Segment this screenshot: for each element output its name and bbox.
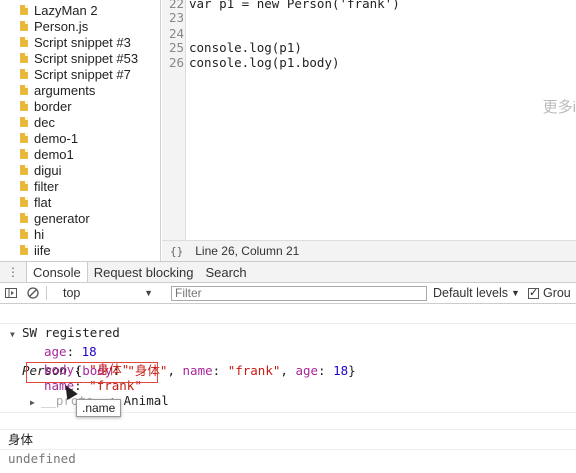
file-label: Person.js: [34, 18, 89, 34]
editor-status-bar: {} Line 26, Column 21: [162, 240, 576, 261]
line-number: 23: [168, 10, 184, 25]
file-label: border: [34, 98, 72, 114]
sidebar-file-item[interactable]: Script snippet #53: [20, 50, 138, 66]
sidebar-file-item[interactable]: border: [20, 98, 72, 114]
tooltip: .name: [76, 399, 122, 417]
code-text: console.log(p1.body): [189, 55, 340, 70]
sidebar-file-item[interactable]: Script snippet #3: [20, 34, 131, 50]
file-icon: [20, 181, 28, 191]
file-icon: [20, 5, 28, 15]
file-label: demo-1: [34, 130, 79, 146]
file-icon: [20, 101, 28, 111]
file-label: flat: [34, 194, 52, 210]
drawer-menu-icon[interactable]: ⋮: [0, 262, 26, 282]
log-levels-dropdown[interactable]: Default levels ▼: [433, 286, 520, 300]
context-select-value: top: [63, 286, 81, 300]
tab-search[interactable]: Search: [199, 262, 252, 282]
file-icon: [20, 149, 28, 159]
sidebar-file-item[interactable]: Person.js: [20, 18, 88, 34]
divider: [46, 286, 47, 300]
sidebar-file-item[interactable]: iife: [20, 242, 51, 258]
sidebar-file-item[interactable]: flat: [20, 194, 51, 210]
file-label: hi: [34, 226, 45, 242]
object-key-name: name: [182, 363, 213, 378]
sidebar-file-item[interactable]: dec: [20, 114, 55, 130]
log-line-object[interactable]: ▼ Person {body: "身体", name: "frank", age…: [0, 326, 576, 378]
file-icon: [20, 229, 28, 239]
sidebar-file-item[interactable]: LazyMan 2: [20, 2, 98, 18]
file-label: Script snippet #3: [34, 34, 131, 50]
log-line-sw: SW registered: [0, 306, 576, 340]
overlay-text: 更多i: [542, 99, 576, 116]
drawer-tab-bar: ⋮ Console Request blocking Search: [0, 261, 576, 283]
file-icon: [20, 213, 28, 223]
file-label: demo1: [34, 146, 74, 162]
file-icon: [20, 21, 28, 31]
file-icon: [20, 69, 28, 79]
file-label: Script snippet #7: [34, 66, 131, 82]
object-val-name: "frank": [227, 363, 281, 378]
file-icon: [20, 85, 28, 95]
snippets-sidebar: LazyMan 2 Person.js Script snippet #3 Scrip…: [0, 0, 161, 261]
file-label: digui: [34, 162, 62, 178]
object-close: }: [348, 363, 356, 378]
sidebar-file-item[interactable]: hi: [20, 226, 44, 242]
file-icon: [20, 117, 28, 127]
expand-triangle-icon[interactable]: ▼: [10, 326, 15, 344]
tab-console[interactable]: Console: [26, 262, 88, 282]
group-similar-toggle[interactable]: Grou: [527, 286, 571, 300]
pretty-print-icon[interactable]: {}: [170, 245, 183, 258]
sidebar-file-item[interactable]: arguments: [20, 82, 95, 98]
file-label: dec: [34, 114, 55, 130]
code-editor[interactable]: 更多i 22 var p1 = new Person('frank') 23 24 25…: [162, 0, 576, 240]
log-line-undefined: undefined: [0, 432, 576, 466]
file-label: filter: [34, 178, 59, 194]
file-icon: [20, 133, 28, 143]
property-age: age: 18: [44, 344, 97, 359]
chevron-down-icon: ▼: [144, 288, 153, 298]
log-levels-label: Default levels: [433, 286, 509, 300]
object-val-age: 18: [333, 363, 349, 378]
sidebar-file-item[interactable]: Script snippet #7: [20, 66, 131, 82]
highlight-annotation: [26, 362, 158, 383]
chevron-down-icon: ▼: [511, 288, 520, 298]
expand-triangle-icon[interactable]: ▶: [30, 398, 35, 407]
prompt-icon: ›: [8, 469, 15, 473]
sidebar-toggle-icon[interactable]: [0, 283, 22, 304]
clear-console-icon[interactable]: [22, 283, 44, 304]
sidebar-file-item[interactable]: filter: [20, 178, 59, 194]
sidebar-file-item[interactable]: demo1: [20, 146, 74, 162]
object-key-age: age: [295, 363, 319, 378]
console-toolbar: top ▼ Default levels ▼ Grou: [0, 283, 576, 304]
file-icon: [20, 245, 28, 255]
group-similar-checkbox[interactable]: [527, 286, 539, 299]
code-text: console.log(p1): [189, 40, 302, 55]
file-icon: [20, 37, 28, 47]
file-label: arguments: [34, 82, 96, 98]
code-line[interactable]: 23: [162, 10, 576, 26]
cursor-position: Line 26, Column 21: [195, 244, 300, 258]
sidebar-file-item[interactable]: digui: [20, 162, 61, 178]
sidebar-file-item[interactable]: generator: [20, 210, 90, 226]
file-label: generator: [34, 210, 90, 226]
file-label: Script snippet #53: [34, 50, 139, 66]
console-output[interactable]: SW registered ▼ Person {body: "身体", name…: [0, 304, 576, 473]
context-select[interactable]: top ▼: [49, 286, 159, 300]
tab-request-blocking[interactable]: Request blocking: [88, 262, 200, 282]
console-prompt-line[interactable]: ›: [0, 451, 576, 473]
file-icon: [20, 197, 28, 207]
file-icon: [20, 165, 28, 175]
code-line[interactable]: 26 console.log(p1.body): [162, 55, 576, 71]
code-line[interactable]: 25 console.log(p1): [162, 40, 576, 56]
filter-input[interactable]: [171, 285, 427, 301]
sidebar-file-item[interactable]: demo-1: [20, 130, 78, 146]
file-label: iife: [34, 242, 51, 258]
eye-icon[interactable]: [159, 283, 167, 304]
file-label: LazyMan 2: [34, 2, 98, 18]
line-number: 26: [168, 55, 184, 70]
file-icon: [20, 53, 28, 63]
line-number: 25: [168, 40, 184, 55]
group-similar-label: Grou: [542, 286, 571, 300]
